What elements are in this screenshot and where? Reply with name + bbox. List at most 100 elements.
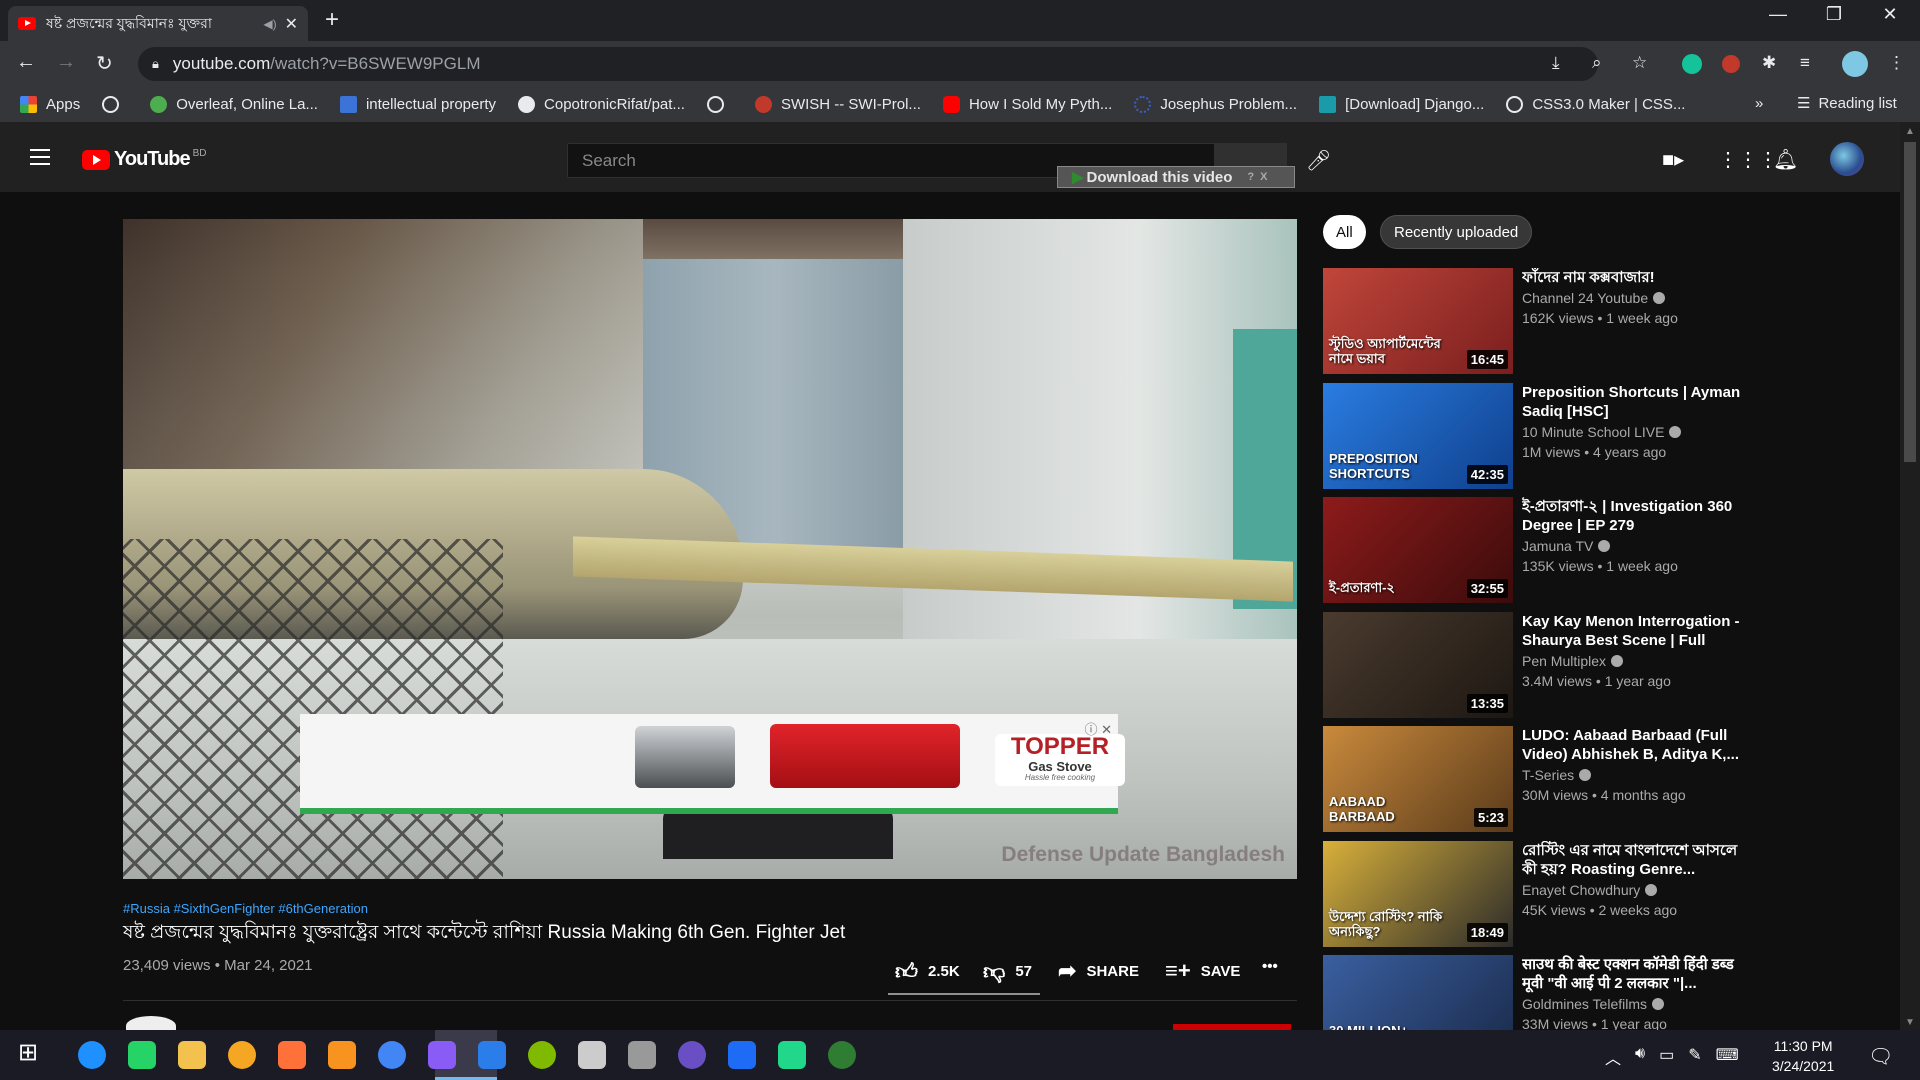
taskbar-app-icon[interactable] <box>128 1041 156 1069</box>
chip-all[interactable]: All <box>1323 215 1366 249</box>
taskbar-app-icon[interactable] <box>428 1041 456 1069</box>
bookmark-item[interactable]: CopotronicRifat/pat... <box>518 96 685 113</box>
network-icon[interactable]: ▭ <box>1659 1045 1674 1069</box>
close-tab-icon[interactable]: ✕ <box>285 14 298 34</box>
video-player[interactable]: TOPPER Gas Stove Hassle free cooking ⓘ ✕… <box>123 219 1297 879</box>
video-thumbnail[interactable]: 13:35 <box>1323 611 1513 718</box>
taskbar-app-icon[interactable] <box>628 1041 656 1069</box>
zoom-icon[interactable]: ⌕ <box>1592 53 1602 73</box>
bookmark-item[interactable] <box>706 96 733 113</box>
recommendation-title[interactable]: साउथ की बेस्ट एक्शन कॉमेडी हिंदी डब्ड मू… <box>1522 955 1752 993</box>
taskbar-app-icon[interactable] <box>778 1041 806 1069</box>
recommendation-title[interactable]: LUDO: Aabaad Barbaad (Full Video) Abhish… <box>1522 726 1752 764</box>
speaker-icon[interactable]: ◀) <box>263 17 276 31</box>
recommendation-card[interactable]: স্টুডিও অ্যাপার্টমেন্টের নামে ভয়াব 16:45… <box>1323 268 1753 374</box>
recommendation-card[interactable]: ই-প্রতারণা-২ 32:55 ই-প্রতারণা-২ | Investig… <box>1323 497 1753 603</box>
video-thumbnail[interactable]: PREPOSITION SHORTCUTS 42:35 <box>1323 382 1513 489</box>
bookmark-item[interactable] <box>102 96 128 113</box>
scroll-down-arrow-icon[interactable]: ▼ <box>1905 1017 1915 1028</box>
new-tab-button[interactable]: + <box>325 6 339 34</box>
taskbar-app-icon[interactable] <box>278 1041 306 1069</box>
recommendation-title[interactable]: ই-প্রতারণা-২ | Investigation 360 Degree … <box>1522 497 1752 535</box>
recommendation-card[interactable]: 13:35 Kay Kay Menon Interrogation - Shaur… <box>1323 611 1753 718</box>
taskbar-app-icon[interactable] <box>178 1041 206 1069</box>
account-avatar[interactable] <box>1830 142 1864 176</box>
profile-avatar[interactable] <box>1842 51 1868 77</box>
video-thumbnail[interactable]: স্টুডিও অ্যাপার্টমেন্টের নামে ভয়াব 16:45 <box>1323 268 1513 374</box>
restore-button[interactable]: ❐ <box>1806 4 1862 25</box>
recommendation-channel[interactable]: T-Series <box>1522 767 1592 783</box>
download-help-icon[interactable]: ? <box>1247 171 1254 183</box>
video-thumbnail[interactable]: উদ্দেশ্য রোস্টিং? নাকি অন্যকিছু? 18:49 <box>1323 840 1513 947</box>
share-button[interactable]: ➦ SHARE <box>1058 958 1139 984</box>
video-thumbnail[interactable]: AABAAD BARBAAD 5:23 <box>1323 726 1513 832</box>
bookmark-item[interactable]: Apps <box>20 96 80 113</box>
notification-center-icon[interactable]: 🗨︎ <box>1868 1044 1893 1069</box>
browser-tab[interactable]: ষষ্ট প্রজন্মের যুদ্ধবিমানঃ যুক্তরা ◀) ✕ <box>8 6 308 41</box>
recommendation-title[interactable]: রোস্টিং এর নামে বাংলাদেশে আসলে কী হয়? R… <box>1522 841 1752 879</box>
bookmark-star-icon[interactable]: ☆ <box>1632 53 1647 73</box>
chip-recently-uploaded[interactable]: Recently uploaded <box>1380 215 1533 249</box>
taskbar-app-icon[interactable] <box>728 1041 756 1069</box>
grammarly-icon[interactable] <box>1682 54 1702 74</box>
download-close-icon[interactable]: X <box>1260 171 1267 183</box>
reading-list-button[interactable]: ☰ Reading list <box>1797 94 1897 113</box>
save-button[interactable]: ≡+ SAVE <box>1165 958 1240 984</box>
volume-icon[interactable]: 🔊︎ <box>1635 1045 1645 1069</box>
back-arrow-icon[interactable]: ← <box>16 51 36 74</box>
recommendation-channel[interactable]: Jamuna TV <box>1522 538 1611 554</box>
recommendation-card[interactable]: উদ্দেশ্য রোস্টিং? নাকি অন্যকিছু? 18:49 রোস… <box>1323 840 1753 947</box>
media-icon[interactable]: ≡ <box>1800 53 1810 73</box>
recommendation-title[interactable]: Kay Kay Menon Interrogation - Shaurya Be… <box>1522 612 1752 650</box>
taskbar-app-icon[interactable] <box>78 1041 106 1069</box>
tray-overflow-icon[interactable]: ︿ <box>1605 1045 1621 1069</box>
notifications-bell-icon[interactable]: 🔔︎ <box>1773 147 1798 172</box>
more-actions-button[interactable]: ••• <box>1262 958 1278 975</box>
reload-icon[interactable]: ↻ <box>96 51 113 76</box>
recommendation-card[interactable]: PREPOSITION SHORTCUTS 42:35 Preposition Sh… <box>1323 382 1753 489</box>
scrollbar-thumb[interactable] <box>1904 142 1916 462</box>
forward-arrow-icon[interactable]: → <box>56 51 76 74</box>
address-bar[interactable]: 🔒︎ youtube.com/watch?v=B6SWEW9PGLM <box>138 47 1598 81</box>
system-clock[interactable]: 11:30 PM 3/24/2021 <box>1772 1036 1834 1076</box>
windows-start-icon[interactable]: ⊞ <box>18 1038 50 1070</box>
dislike-button[interactable]: 👎︎ 57 <box>983 958 1032 985</box>
scroll-up-arrow-icon[interactable]: ▲ <box>1905 126 1915 137</box>
download-video-button[interactable]: ▶ Download this video ? X <box>1057 166 1295 188</box>
taskbar-app-icon[interactable] <box>578 1041 606 1069</box>
microphone-icon[interactable]: 🎤︎ <box>1306 148 1331 173</box>
bookmark-item[interactable]: Josephus Problem... <box>1134 96 1297 113</box>
bookmark-item[interactable]: How I Sold My Pyth... <box>942 96 1112 113</box>
minimize-button[interactable]: — <box>1750 4 1806 25</box>
install-icon[interactable]: ⤓ <box>1552 53 1560 73</box>
bookmark-item[interactable]: Overleaf, Online La... <box>150 96 318 113</box>
recommendation-channel[interactable]: Channel 24 Youtube <box>1522 290 1666 306</box>
puzzle-icon[interactable]: ✱ <box>1762 53 1776 73</box>
recommendation-title[interactable]: ফাঁদের নাম কক্সবাজার! <box>1522 268 1752 287</box>
close-window-button[interactable]: ✕ <box>1862 4 1918 25</box>
hamburger-menu-icon[interactable] <box>30 149 50 165</box>
pen-icon[interactable]: ✎ <box>1688 1045 1701 1069</box>
bookmark-item[interactable]: CSS3.0 Maker | CSS... <box>1506 96 1685 113</box>
apps-grid-icon[interactable]: ⋮⋮⋮ <box>1718 147 1778 172</box>
recommendation-card[interactable]: AABAAD BARBAAD 5:23 LUDO: Aabaad Barbaad (… <box>1323 726 1753 832</box>
video-thumbnail[interactable]: ই-প্রতারণা-২ 32:55 <box>1323 497 1513 603</box>
recommendation-channel[interactable]: Goldmines Telefilms <box>1522 996 1665 1012</box>
page-scrollbar[interactable]: ▲ ▼ <box>1900 122 1920 1030</box>
taskbar-app-icon[interactable] <box>828 1041 856 1069</box>
youtube-logo[interactable]: YouTube BD <box>82 148 206 171</box>
bookmark-item[interactable]: [Download] Django... <box>1319 96 1484 113</box>
taskbar-app-icon[interactable] <box>378 1041 406 1069</box>
hashtags[interactable]: #Russia #SixthGenFighter #6thGeneration <box>123 901 368 916</box>
keyboard-icon[interactable]: ⌨ <box>1716 1045 1739 1069</box>
extension-icon[interactable] <box>1722 55 1740 73</box>
taskbar-app-icon[interactable] <box>228 1041 256 1069</box>
taskbar-app-icon[interactable] <box>678 1041 706 1069</box>
create-video-icon[interactable]: ■▸ <box>1662 147 1684 172</box>
recommendation-title[interactable]: Preposition Shortcuts | Ayman Sadiq [HSC… <box>1522 383 1752 421</box>
menu-dots-icon[interactable]: ⋮ <box>1888 53 1905 73</box>
recommendation-channel[interactable]: 10 Minute School LIVE <box>1522 424 1682 440</box>
like-button[interactable]: 👍︎ 2.5K <box>895 958 960 985</box>
bookmarks-overflow-button[interactable]: » <box>1755 95 1763 112</box>
overlay-ad[interactable]: TOPPER Gas Stove Hassle free cooking ⓘ ✕ <box>300 714 1125 814</box>
